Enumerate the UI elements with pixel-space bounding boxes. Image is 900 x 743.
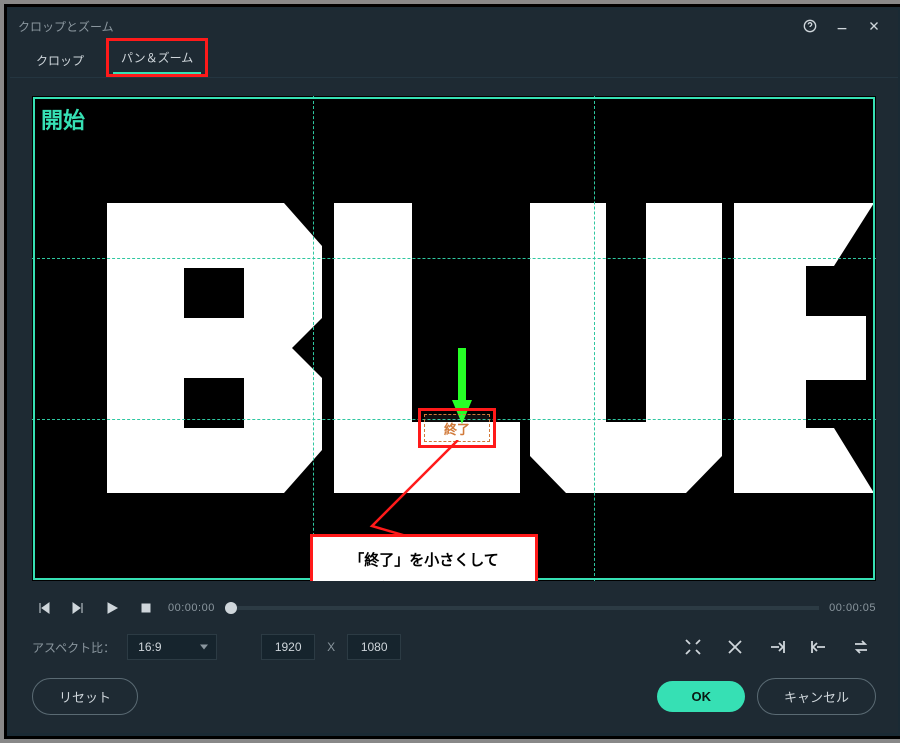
tab-pan-zoom[interactable]: パン＆ズーム	[106, 38, 208, 77]
next-frame-button[interactable]	[66, 596, 90, 620]
height-input[interactable]: 1080	[347, 634, 401, 660]
cancel-button[interactable]: キャンセル	[757, 678, 876, 715]
total-time: 00:00:05	[829, 602, 876, 614]
help-icon[interactable]	[794, 12, 826, 40]
annotation-callout: 「終了」を小さくして 白い部分に入るように	[310, 534, 538, 581]
current-time: 00:00:00	[168, 602, 215, 614]
app-frame: クロップとズーム クロップ パン＆ズーム	[4, 4, 900, 739]
preview-area: 開始 終了 「終了」を小さくして 白い部分に入るように	[10, 78, 898, 590]
swap-icon[interactable]	[846, 634, 876, 660]
prev-frame-button[interactable]	[32, 596, 56, 620]
dimension-separator: X	[327, 640, 335, 654]
ok-button[interactable]: OK	[657, 681, 745, 712]
start-label: 開始	[41, 103, 85, 135]
fit-out-icon[interactable]	[720, 634, 750, 660]
footer-buttons: リセット OK キャンセル	[10, 660, 898, 733]
crop-zoom-window: クロップとズーム クロップ パン＆ズーム	[10, 10, 898, 733]
minimize-icon[interactable]	[826, 12, 858, 40]
annotation-line2: 白い部分に入るように	[319, 576, 529, 582]
align-right-icon[interactable]	[762, 634, 792, 660]
window-title: クロップとズーム	[18, 18, 114, 35]
aspect-ratio-select[interactable]: 16:9	[127, 634, 217, 660]
video-preview[interactable]: 開始 終了 「終了」を小さくして 白い部分に入るように	[32, 96, 876, 581]
width-input[interactable]: 1920	[261, 634, 315, 660]
stop-button[interactable]	[134, 596, 158, 620]
parameter-row: アスペクト比： 16:9 1920 X 1080	[10, 620, 898, 660]
reset-button[interactable]: リセット	[32, 678, 138, 715]
annotation-leader-line	[352, 440, 492, 546]
annotation-line1: 「終了」を小さくして	[319, 547, 529, 576]
play-button[interactable]	[100, 596, 124, 620]
aspect-ratio-label: アスペクト比：	[32, 639, 115, 656]
fit-center-icon[interactable]	[678, 634, 708, 660]
tab-crop[interactable]: クロップ	[24, 44, 96, 77]
tab-bar: クロップ パン＆ズーム	[10, 42, 898, 78]
close-icon[interactable]	[858, 12, 890, 40]
timeline-scrubber[interactable]	[225, 606, 819, 610]
align-left-icon[interactable]	[804, 634, 834, 660]
playback-controls: 00:00:00 00:00:05	[10, 590, 898, 620]
